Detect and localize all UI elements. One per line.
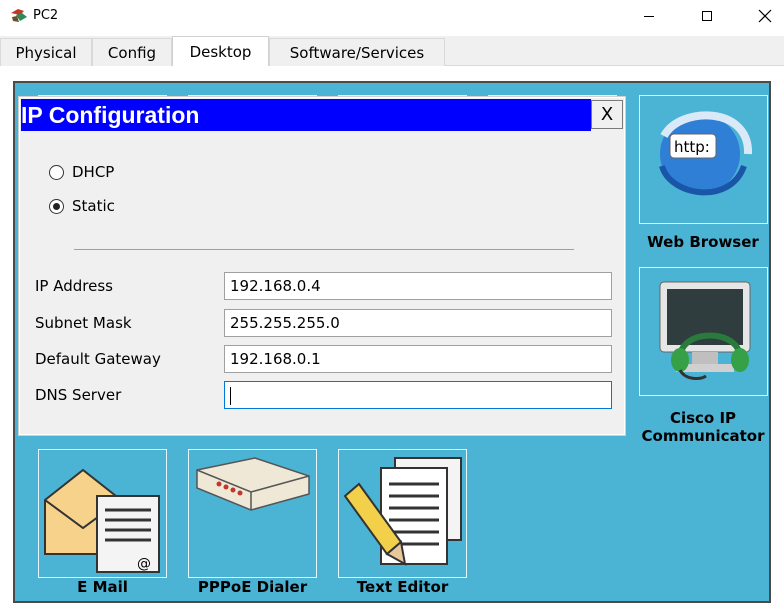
tab-config[interactable]: Config bbox=[92, 38, 172, 66]
text-editor-icon bbox=[343, 457, 462, 566]
minimize-icon bbox=[644, 16, 654, 17]
static-label: Static bbox=[72, 197, 115, 215]
static-radio[interactable] bbox=[49, 198, 64, 214]
tab-label: Physical bbox=[15, 43, 77, 62]
close-window-button[interactable] bbox=[742, 0, 784, 32]
tab-label: Config bbox=[107, 43, 157, 62]
web-browser-icon: http: bbox=[659, 111, 753, 196]
web-browser-app[interactable]: http: bbox=[639, 95, 768, 224]
section-divider bbox=[74, 249, 574, 250]
svg-text:@: @ bbox=[137, 556, 151, 572]
email-icon: @ bbox=[44, 468, 160, 573]
maximize-button[interactable] bbox=[684, 0, 730, 32]
dhcp-option[interactable]: DHCP bbox=[49, 163, 114, 181]
email-app[interactable]: @ bbox=[38, 449, 167, 578]
headset-monitor-icon bbox=[659, 281, 751, 380]
email-label: E Mail bbox=[77, 578, 128, 596]
label-line: Cisco IP bbox=[669, 409, 737, 427]
cisco-ip-communicator-app[interactable] bbox=[639, 267, 768, 396]
text-cursor bbox=[230, 386, 231, 405]
close-icon bbox=[758, 9, 772, 23]
tab-label: Software/Services bbox=[289, 43, 425, 62]
dhcp-label: DHCP bbox=[72, 163, 115, 181]
ip-address-input[interactable]: 192.168.0.4 bbox=[224, 272, 612, 300]
modem-icon bbox=[196, 457, 310, 511]
ip-address-label: IP Address bbox=[35, 277, 113, 295]
static-option[interactable]: Static bbox=[49, 197, 115, 215]
default-gateway-input[interactable]: 192.168.0.1 bbox=[224, 345, 612, 373]
ip-configuration-window: IP Configuration X DHCP Static IP Addres… bbox=[18, 96, 626, 436]
minimize-button[interactable] bbox=[626, 0, 672, 32]
dns-server-label: DNS Server bbox=[35, 386, 122, 404]
subnet-mask-input[interactable]: 255.255.255.0 bbox=[224, 309, 612, 337]
tab-software-services[interactable]: Software/Services bbox=[269, 38, 445, 66]
pppoe-dialer-app[interactable] bbox=[188, 449, 317, 578]
window-titlebar: PC2 bbox=[0, 0, 784, 34]
text-editor-label: Text Editor bbox=[356, 578, 449, 596]
dns-server-input[interactable] bbox=[224, 381, 612, 409]
tab-label: Desktop bbox=[189, 43, 252, 61]
maximize-icon bbox=[702, 11, 712, 21]
default-gateway-label: Default Gateway bbox=[35, 350, 161, 368]
ip-configuration-title: IP Configuration bbox=[21, 102, 200, 128]
window-title: PC2 bbox=[33, 8, 59, 23]
label-line: Communicator bbox=[641, 427, 765, 445]
cisco-ip-communicator-label: Cisco IP Communicator bbox=[623, 409, 783, 445]
dhcp-radio[interactable] bbox=[49, 164, 64, 180]
tab-bar: Physical Config Desktop Software/Service… bbox=[0, 36, 784, 67]
packet-tracer-app-icon bbox=[11, 9, 27, 22]
ip-configuration-close-button[interactable]: X bbox=[591, 100, 623, 129]
tab-physical[interactable]: Physical bbox=[0, 38, 92, 66]
pppoe-dialer-label: PPPoE Dialer bbox=[197, 578, 308, 596]
web-browser-label: Web Browser bbox=[647, 233, 759, 251]
tab-desktop[interactable]: Desktop bbox=[172, 36, 269, 67]
ip-configuration-titlebar[interactable]: IP Configuration bbox=[21, 99, 591, 131]
text-editor-app[interactable] bbox=[338, 449, 467, 578]
subnet-mask-label: Subnet Mask bbox=[35, 314, 132, 332]
web-browser-icon-text: http: bbox=[674, 138, 710, 156]
